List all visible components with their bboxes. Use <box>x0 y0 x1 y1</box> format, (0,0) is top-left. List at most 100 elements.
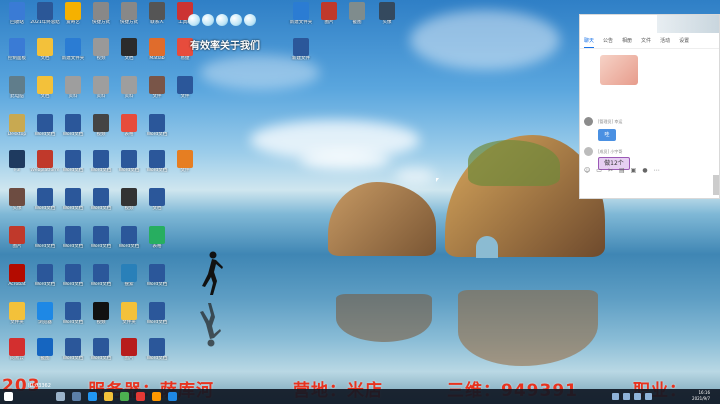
avatar[interactable] <box>584 147 593 156</box>
desktop-icon[interactable]: 图片 <box>2 226 32 258</box>
desktop-icon[interactable]: Word文档 <box>58 226 88 258</box>
desktop-icon[interactable]: Word文档 <box>58 264 88 296</box>
desktop-icon[interactable]: Word文档 <box>114 226 144 258</box>
app-icon[interactable] <box>136 392 145 401</box>
desktop-icon[interactable]: 新建文件夹 <box>286 2 316 34</box>
tab-chat[interactable]: 聊天 <box>584 37 595 48</box>
desktop-icon[interactable]: 网易云 <box>2 338 32 370</box>
desktop-icon[interactable]: Word文档 <box>86 264 116 296</box>
desktop-icon[interactable]: Acrobat <box>2 264 32 296</box>
desktop-icon[interactable]: Word文档 <box>58 150 88 182</box>
desktop-icon[interactable]: Word文档 <box>86 338 116 370</box>
desktop-icon[interactable]: Word文档 <box>142 302 172 334</box>
desktop-icon[interactable]: 新建文件夹 <box>58 38 88 70</box>
desktop-icon[interactable]: 爱奇艺 <box>58 2 88 34</box>
desktop-icon[interactable]: 回收站 <box>2 2 32 34</box>
desktop-icon[interactable]: 浏览器 <box>30 302 60 334</box>
desktop-icon[interactable]: Desktop <box>2 114 32 146</box>
desktop-icon[interactable]: 头像 <box>2 188 32 220</box>
desktop-icon[interactable]: 快捷方式 <box>114 2 144 34</box>
desktop-icon[interactable]: 资料 <box>86 76 116 108</box>
image-icon[interactable]: ▣ <box>631 167 637 174</box>
desktop-icon[interactable]: 此电脑 <box>2 76 32 108</box>
network-icon[interactable] <box>612 393 619 400</box>
desktop-icon[interactable]: 快捷方式 <box>86 2 116 34</box>
desktop-icon[interactable]: Word文档 <box>86 150 116 182</box>
emoji-icon[interactable]: ☺ <box>584 167 590 174</box>
desktop-icon[interactable]: 视频 <box>86 38 116 70</box>
desktop-icon[interactable]: 图片 <box>314 2 344 34</box>
desktop-icon[interactable]: Word文档 <box>30 114 60 146</box>
taskview-icon[interactable] <box>72 392 81 401</box>
start-button-icon[interactable] <box>4 392 13 401</box>
desktop-icon[interactable]: 文档 <box>142 188 172 220</box>
mic-icon[interactable]: ● <box>642 167 647 174</box>
desktop-icon[interactable]: 视频 <box>86 302 116 334</box>
desktop-icon[interactable]: 文件 <box>170 76 200 108</box>
desktop-icon[interactable]: 截图 <box>342 2 372 34</box>
desktop-icon[interactable]: 视频 <box>114 188 144 220</box>
desktop-icon[interactable]: 联系人 <box>142 2 172 34</box>
scrollbar[interactable] <box>713 175 719 195</box>
desktop-icon[interactable]: Word文档 <box>86 188 116 220</box>
edge-icon[interactable] <box>88 392 97 401</box>
desktop-icon[interactable]: 头像 <box>372 2 402 34</box>
desktop-icon[interactable]: 文档 <box>30 38 60 70</box>
desktop-icon[interactable]: Word文档 <box>30 226 60 258</box>
volume-icon[interactable] <box>623 393 630 400</box>
desktop-icon[interactable]: 截图 <box>30 338 60 370</box>
app-icon[interactable] <box>152 392 161 401</box>
desktop-icon[interactable]: 图片 <box>114 338 144 370</box>
desktop-icon[interactable]: 文档 <box>114 38 144 70</box>
desktop-icon[interactable]: 控制面板 <box>2 38 32 70</box>
desktop-icon[interactable]: 表格 <box>142 226 172 258</box>
clock[interactable]: 16:16 2021/9/7 <box>692 390 710 402</box>
desktop-icon[interactable]: Matlab <box>142 38 172 70</box>
desktop-icon[interactable]: Word文档 <box>30 264 60 296</box>
search-icon[interactable] <box>56 392 65 401</box>
input-method-icon[interactable] <box>634 393 641 400</box>
desktop-icon[interactable]: 新建文件 <box>286 38 316 70</box>
desktop-icon[interactable]: Word文档 <box>58 114 88 146</box>
desktop-icon[interactable]: Word文档 <box>58 302 88 334</box>
desktop-icon[interactable]: Word文档 <box>58 338 88 370</box>
explorer-icon[interactable] <box>104 392 113 401</box>
desktop-icon[interactable]: 文档 <box>30 76 60 108</box>
scissors-icon[interactable]: ✂ <box>608 167 613 174</box>
desktop-icon[interactable]: 表格 <box>114 114 144 146</box>
tab-files[interactable]: 文件 <box>641 37 651 48</box>
avatar[interactable] <box>584 117 593 126</box>
desktop-icon[interactable]: 视频 <box>86 114 116 146</box>
desktop-icon[interactable]: 2021年终总结 <box>30 2 60 34</box>
desktop-icon[interactable]: 资料 <box>114 76 144 108</box>
group-chat-window[interactable]: 聊天 公告 相册 文件 活动 设置 [管理员] 幸运 哇 [成员] 小宇哥 做1… <box>579 14 720 199</box>
desktop-icon[interactable]: Word文档 <box>142 150 172 182</box>
desktop-icon[interactable]: Word文档 <box>86 226 116 258</box>
tab-settings[interactable]: 设置 <box>679 37 689 48</box>
app-icon[interactable] <box>120 392 129 401</box>
app-icon[interactable] <box>168 392 177 401</box>
desktop-icon[interactable]: 文件 <box>170 150 200 182</box>
gif-icon[interactable]: ▭ <box>596 167 602 174</box>
desktop-icon[interactable]: 文件夹 <box>2 302 32 334</box>
desktop-icon-label: 截图 <box>352 20 362 25</box>
desktop-icon[interactable]: Word文档 <box>58 188 88 220</box>
desktop-icon[interactable]: Word文档 <box>142 264 172 296</box>
desktop-icon[interactable]: 资料 <box>58 76 88 108</box>
desktop-icon[interactable]: Word文档 <box>114 150 144 182</box>
desktop-icon[interactable]: 文件 <box>142 76 172 108</box>
desktop-icon[interactable]: Word文档 <box>30 188 60 220</box>
tab-announcement[interactable]: 公告 <box>603 37 613 48</box>
folder-icon[interactable]: ▤ <box>619 167 625 174</box>
more-icon[interactable]: ⋯ <box>654 167 660 174</box>
desktop-icon[interactable]: Word文档 <box>142 114 172 146</box>
tab-activity[interactable]: 活动 <box>660 37 670 48</box>
desktop-icon[interactable]: Webplatform <box>30 150 60 182</box>
desktop-icon[interactable]: 搜索 <box>114 264 144 296</box>
desktop-icon[interactable]: Word文档 <box>142 338 172 370</box>
desktop-icon[interactable]: 文件夹 <box>114 302 144 334</box>
image-message[interactable] <box>600 55 638 85</box>
tab-album[interactable]: 相册 <box>622 37 632 48</box>
notification-icon[interactable] <box>645 393 652 400</box>
desktop-icon[interactable]: F3 <box>2 150 32 182</box>
